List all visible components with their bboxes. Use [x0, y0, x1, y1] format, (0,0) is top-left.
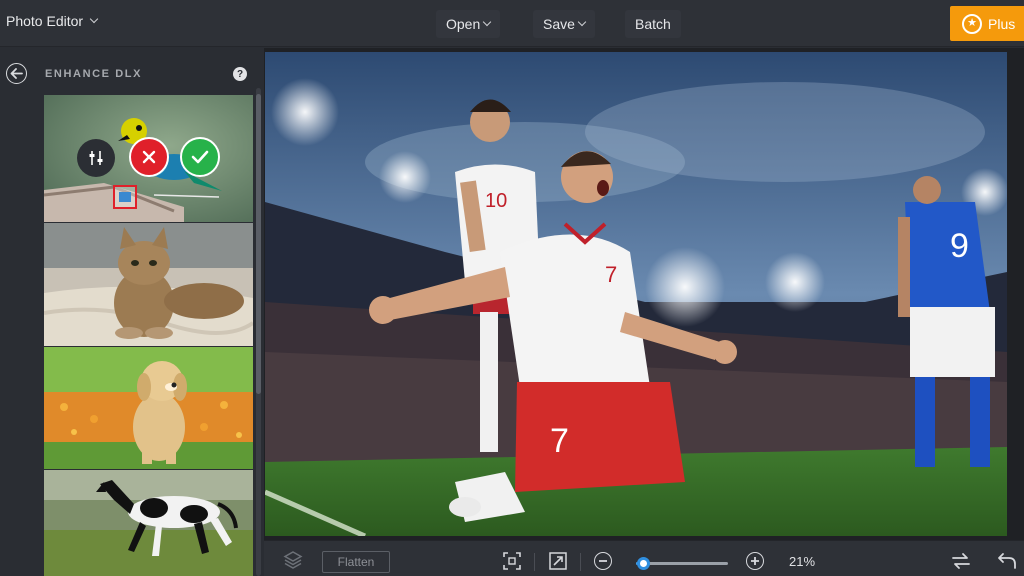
soccer-photo: 10 7 7 9 — [265, 52, 1007, 536]
apply-effect-icon[interactable] — [180, 137, 220, 177]
thumbnail-horse[interactable] — [44, 470, 253, 576]
thumbnail-list — [44, 95, 253, 576]
zoom-level: 21% — [789, 554, 816, 569]
save-label: Save — [543, 16, 575, 32]
svg-text:10: 10 — [485, 190, 507, 212]
adjust-icon[interactable] — [77, 139, 115, 177]
bottom-toolbar: Flatten 21% — [264, 540, 1024, 576]
plus-upgrade-button[interactable]: ★ Plus — [950, 6, 1024, 41]
save-button[interactable]: Save — [533, 10, 595, 38]
zoom-slider-knob[interactable] — [637, 557, 651, 570]
thumbnail-puppy[interactable] — [44, 347, 253, 469]
cancel-effect-icon[interactable] — [129, 137, 169, 177]
effects-sidebar: ENHANCE DLX ? — [0, 48, 264, 576]
main-photo[interactable]: 10 7 7 9 — [265, 52, 1007, 536]
panel-title: ENHANCE DLX — [45, 68, 143, 80]
cat-photo — [44, 223, 253, 346]
star-icon: ★ — [962, 13, 982, 34]
chevron-down-icon — [577, 17, 587, 27]
batch-button[interactable]: Batch — [625, 10, 681, 38]
puppy-photo — [44, 347, 253, 469]
back-arrow-icon[interactable] — [6, 63, 27, 84]
svg-text:9: 9 — [950, 227, 969, 265]
help-icon[interactable]: ? — [233, 67, 247, 81]
open-label: Open — [446, 16, 481, 32]
zoom-slider[interactable] — [636, 557, 728, 570]
toolbar-divider — [534, 553, 535, 571]
app-menu-label: Photo Editor — [6, 13, 84, 29]
svg-text:7: 7 — [605, 262, 617, 287]
scrollbar-thumb[interactable] — [256, 94, 261, 394]
top-toolbar: Photo Editor Open Save Batch ★ Plus — [0, 0, 1024, 47]
svg-text:7: 7 — [550, 422, 569, 460]
plus-label: Plus — [988, 15, 1016, 32]
zoom-in-icon[interactable] — [746, 552, 764, 570]
horse-photo — [44, 470, 253, 576]
layers-icon[interactable] — [282, 549, 304, 571]
thumbnail-cat[interactable] — [44, 223, 253, 346]
batch-label: Batch — [635, 16, 671, 32]
actual-size-icon[interactable] — [548, 551, 568, 571]
open-button[interactable]: Open — [436, 10, 501, 38]
compare-icon[interactable] — [950, 551, 972, 571]
chevron-down-icon — [89, 14, 99, 24]
undo-icon[interactable] — [996, 551, 1018, 571]
reposition-handle-icon[interactable] — [113, 185, 137, 209]
fit-to-screen-icon[interactable] — [502, 551, 522, 571]
flatten-button[interactable]: Flatten — [322, 551, 390, 573]
canvas-area: 10 7 7 9 — [264, 48, 1024, 540]
thumbnail-scrollbar[interactable] — [256, 88, 261, 576]
zoom-out-icon[interactable] — [594, 552, 612, 570]
chevron-down-icon — [483, 17, 492, 27]
app-menu-button[interactable]: Photo Editor — [6, 13, 99, 29]
thumbnail-bird[interactable] — [44, 95, 253, 222]
toolbar-divider — [580, 553, 581, 571]
